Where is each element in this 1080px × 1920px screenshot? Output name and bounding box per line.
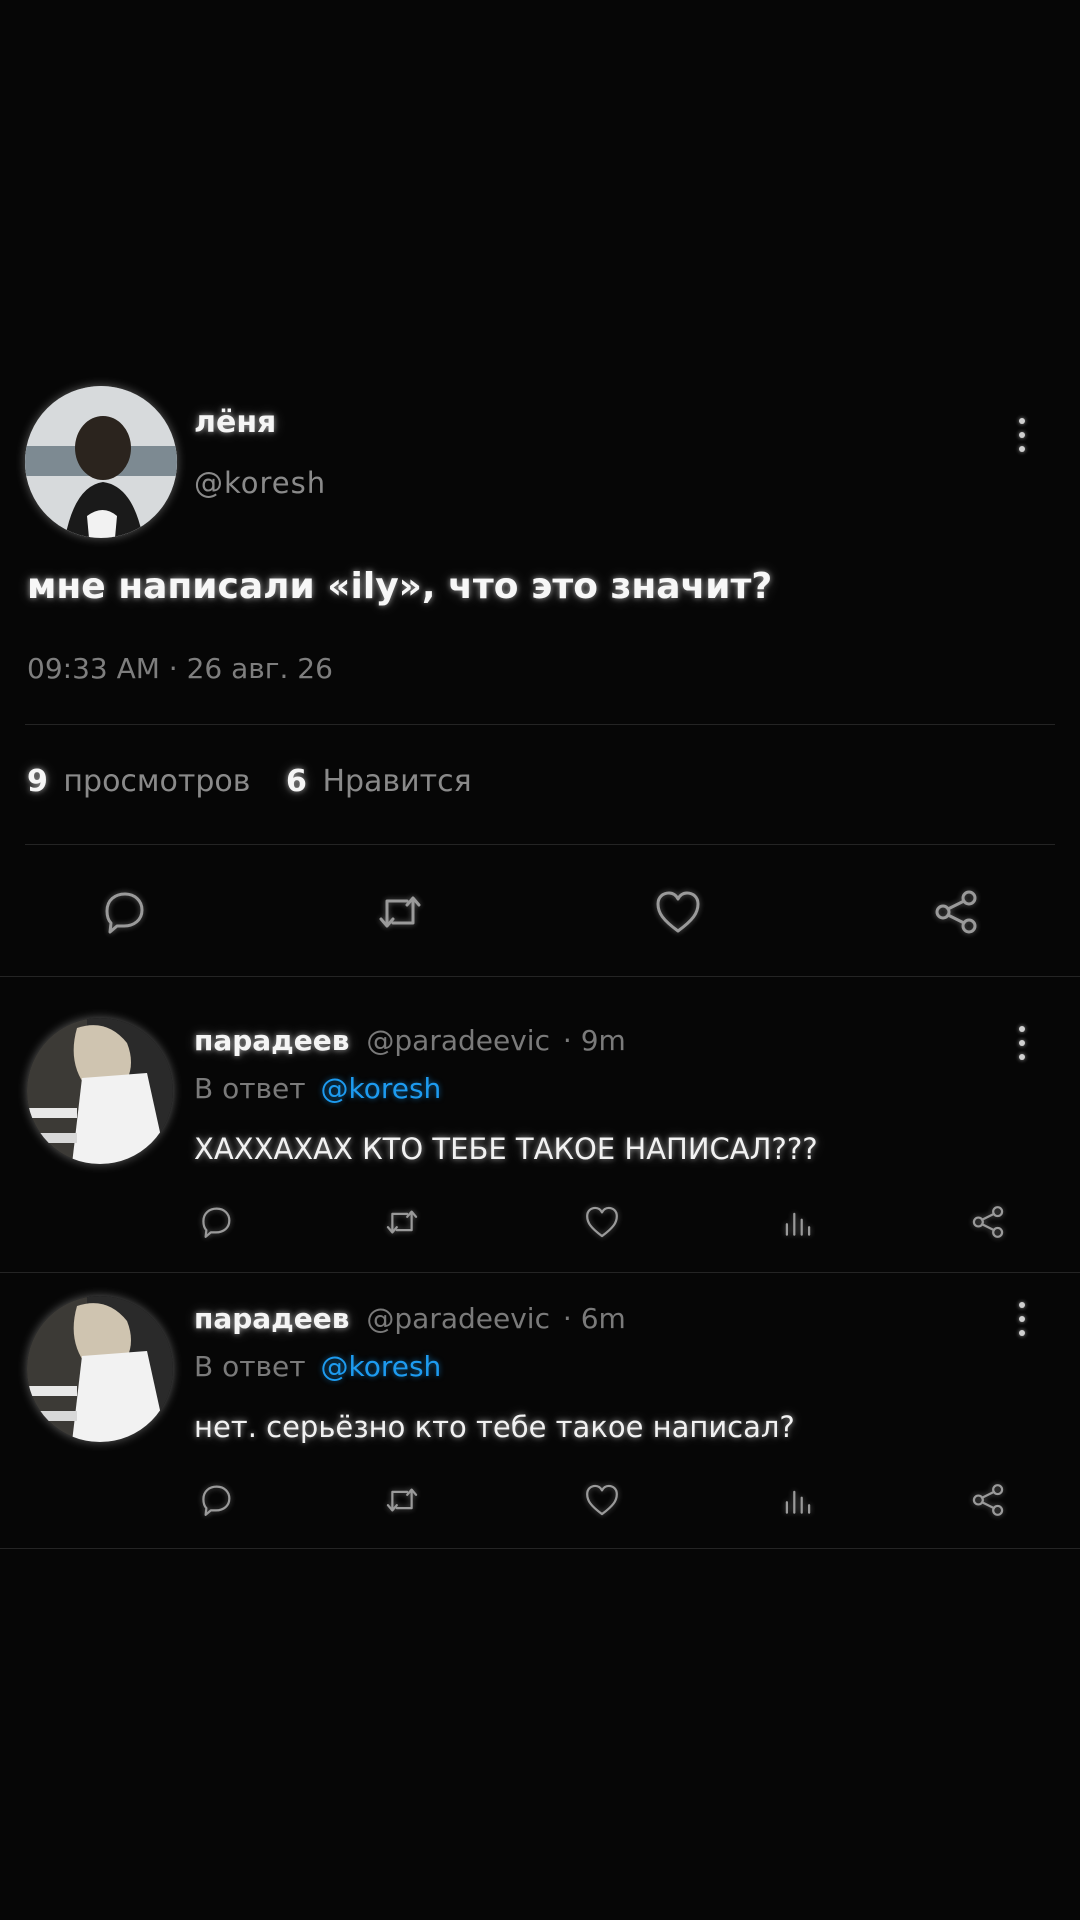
retweet-icon [379,896,421,928]
heart-icon [586,1484,618,1516]
reply-avatar[interactable] [27,1296,173,1442]
divider [0,1548,1080,1549]
more-options-button[interactable] [1016,1302,1028,1336]
author-handle[interactable]: @koresh [194,466,326,500]
reply-context: В ответ @koresh [194,1072,441,1105]
reply-text: ХАХХАХАХ КТО ТЕБЕ ТАКОЕ НАПИСАЛ??? [194,1132,818,1166]
stats-button[interactable] [776,1200,820,1244]
share-button[interactable] [924,880,988,944]
retweet-icon [386,1488,418,1512]
share-icon [935,890,977,934]
like-button[interactable] [646,880,710,944]
views-label[interactable]: просмотров [63,764,250,799]
reply-time: · 6m [562,1302,626,1335]
more-options-button[interactable] [1016,1026,1028,1060]
stats-icon [785,1490,811,1514]
reply-button[interactable] [92,880,156,944]
post-text: мне написали «ily», что это значит? [27,566,773,607]
reply-icon [202,1207,231,1238]
share-button[interactable] [966,1200,1010,1244]
retweet-button[interactable] [380,1478,424,1522]
reply-mention[interactable]: @koresh [321,1350,442,1383]
reply-button[interactable] [194,1200,238,1244]
more-options-button[interactable] [1016,418,1028,452]
share-icon [972,1484,1004,1516]
stats-button[interactable] [776,1478,820,1522]
views-count: 9 [27,764,48,799]
reply-icon [202,1485,231,1516]
heart-icon [586,1206,618,1238]
dot [1019,446,1025,452]
reply-text: нет. серьёзно кто тебе такое написал? [194,1410,795,1444]
post-stats: 9 просмотров 6 Нравится [27,764,472,799]
retweet-button[interactable] [368,880,432,944]
dot [1019,418,1025,424]
reply-prefix: В ответ [194,1350,306,1383]
likes-count: 6 [286,764,307,799]
reply-button[interactable] [194,1478,238,1522]
reply-time: · 9m [562,1024,626,1057]
dot [1019,1302,1025,1308]
retweet-button[interactable] [380,1200,424,1244]
reply-avatar[interactable] [27,1018,173,1164]
divider [0,1272,1080,1273]
author-name[interactable]: лёня [194,405,276,440]
avatar-photo [27,1018,173,1164]
reply-mention[interactable]: @koresh [321,1072,442,1105]
reply-author-handle[interactable]: @paradeevic [366,1302,550,1335]
reply-author-name[interactable]: парадеев [194,1024,350,1057]
reply-header: парадеев @paradeevic · 6m [194,1302,626,1335]
reply-header: парадеев @paradeevic · 9m [194,1024,626,1057]
reply-icon [105,892,144,934]
heart-icon [656,891,700,933]
avatar-photo [27,1296,173,1442]
dot [1019,1330,1025,1336]
post-timestamp: 09:33 AM · 26 авг. 26 [27,652,333,685]
dot [1019,1026,1025,1032]
avatar-photo [25,386,177,538]
reply-author-handle[interactable]: @paradeevic [366,1024,550,1057]
reply-author-name[interactable]: парадеев [194,1302,350,1335]
divider [25,724,1055,725]
dot [1019,432,1025,438]
like-button[interactable] [580,1200,624,1244]
divider [25,844,1055,845]
share-button[interactable] [966,1478,1010,1522]
divider [0,976,1080,977]
like-button[interactable] [580,1478,624,1522]
dot [1019,1040,1025,1046]
reply-context: В ответ @koresh [194,1350,441,1383]
dot [1019,1316,1025,1322]
share-icon [972,1206,1004,1238]
retweet-icon [386,1210,418,1234]
likes-label[interactable]: Нравится [322,764,471,799]
dot [1019,1054,1025,1060]
author-avatar[interactable] [25,386,177,538]
stats-icon [785,1212,811,1236]
reply-prefix: В ответ [194,1072,306,1105]
